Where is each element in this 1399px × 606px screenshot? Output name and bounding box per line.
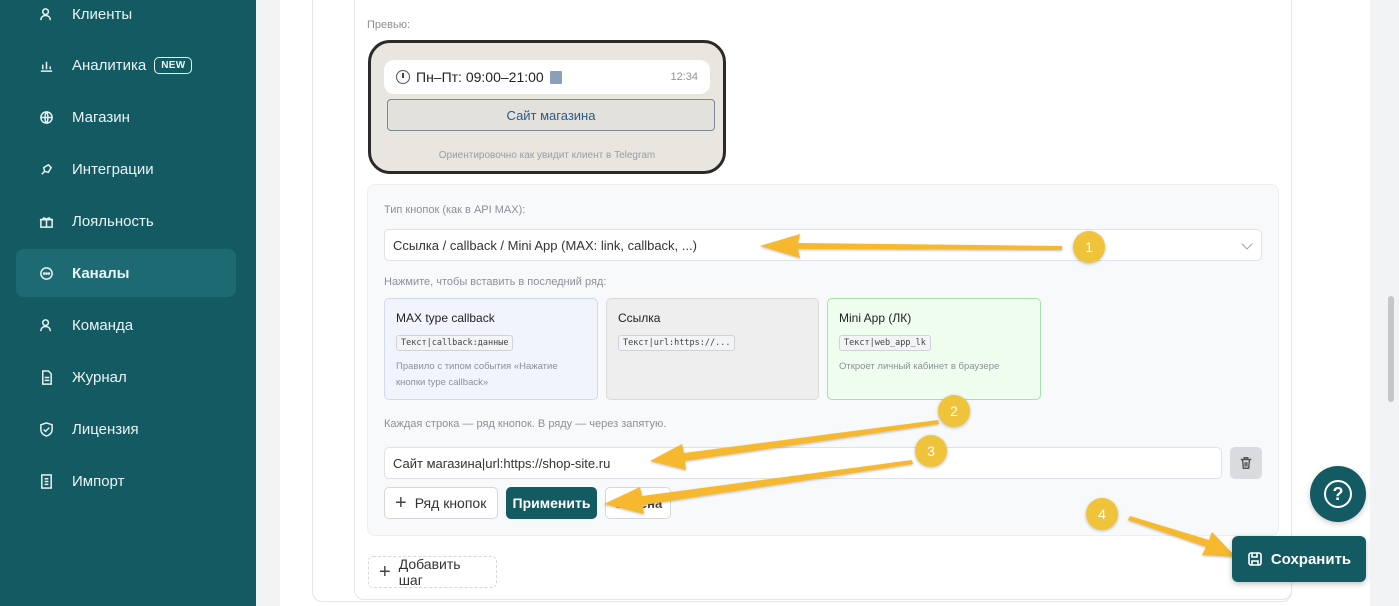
- message-time: 12:34: [670, 71, 698, 83]
- sidebar-item-label: Лицензия: [72, 420, 139, 438]
- bar-chart-icon: [38, 57, 54, 73]
- plug-icon: [38, 161, 54, 177]
- sidebar: Клиенты Аналитика NEW Магазин Интеграции…: [0, 0, 256, 606]
- sidebar-item-label: Магазин: [72, 108, 130, 126]
- insert-hint: Нажмите, чтобы вставить в последний ряд:: [384, 276, 607, 288]
- add-row-label: Ряд кнопок: [414, 495, 487, 511]
- add-step-button[interactable]: + Добавить шаг: [368, 556, 497, 588]
- sidebar-item-label: Лояльность: [72, 212, 154, 230]
- tile-title: Mini App (ЛК): [839, 311, 912, 325]
- plus-icon: +: [395, 492, 407, 514]
- tile-desc: Откроет личный кабинет в браузере: [839, 361, 1000, 372]
- preview-label: Превью:: [367, 19, 411, 31]
- tile-link[interactable]: Ссылка Текст|url:https://...: [606, 298, 819, 400]
- sidebar-item-loyalty[interactable]: Лояльность: [16, 197, 236, 245]
- sidebar-item-label: Аналитика: [72, 56, 147, 74]
- message-text: Пн–Пт: 09:00–21:00: [416, 69, 544, 85]
- sidebar-item-import[interactable]: Импорт: [16, 457, 236, 505]
- chat-icon: [38, 265, 54, 281]
- sidebar-item-analytics[interactable]: Аналитика NEW: [16, 41, 236, 89]
- add-row-button[interactable]: + Ряд кнопок: [384, 487, 498, 519]
- step-marker-3: 3: [915, 435, 947, 467]
- help-button[interactable]: ?: [1310, 466, 1366, 522]
- sidebar-item-team[interactable]: Команда: [16, 301, 236, 349]
- sidebar-item-clients[interactable]: Клиенты: [16, 0, 236, 38]
- sidebar-item-label: Каналы: [72, 264, 130, 282]
- button-type-select[interactable]: Ссылка / callback / Mini App (MAX: link,…: [384, 229, 1262, 261]
- delete-row-button[interactable]: [1230, 447, 1262, 479]
- chevron-down-icon: [1241, 238, 1253, 250]
- globe-icon: [38, 109, 54, 125]
- add-step-label: Добавить шаг: [398, 556, 461, 588]
- button-row-value: Сайт магазина|url:https://shop-site.ru: [393, 455, 611, 471]
- tile-callback[interactable]: MAX type callback Текст|callback:данные …: [384, 298, 598, 400]
- shield-icon: [38, 421, 54, 437]
- plus-icon: +: [379, 561, 391, 583]
- tile-mini-app[interactable]: Mini App (ЛК) Текст|web_app_lk Откроет л…: [827, 298, 1041, 400]
- import-icon: [38, 473, 54, 489]
- button-type-value: Ссылка / callback / Mini App (MAX: link,…: [393, 237, 697, 253]
- preview-caption: Ориентировочно как увидит клиент в Teleg…: [438, 150, 656, 161]
- scrollbar[interactable]: [1388, 296, 1394, 402]
- tile-code: Текст|web_app_lk: [839, 335, 931, 351]
- journal-icon: [38, 369, 54, 385]
- tile-code: Текст|callback:данные: [396, 335, 514, 351]
- rows-hint: Каждая строка — ряд кнопок. В ряду — чер…: [384, 418, 667, 430]
- clock-icon: [396, 70, 410, 84]
- tile-title: MAX type callback: [396, 311, 495, 325]
- step-marker-2: 2: [938, 395, 970, 427]
- sidebar-item-license[interactable]: Лицензия: [16, 405, 236, 453]
- tile-code: Текст|url:https://...: [618, 335, 736, 351]
- step-marker-1: 1: [1073, 231, 1105, 263]
- tile-title: Ссылка: [618, 311, 661, 325]
- sidebar-item-channels[interactable]: Каналы: [16, 249, 236, 297]
- sidebar-item-label: Команда: [72, 316, 134, 334]
- cancel-button[interactable]: Отмена: [605, 487, 671, 519]
- trash-icon: [1240, 457, 1252, 469]
- sidebar-item-store[interactable]: Магазин: [16, 93, 236, 141]
- sidebar-item-integrations[interactable]: Интеграции: [16, 145, 236, 193]
- apply-button[interactable]: Применить: [506, 487, 597, 519]
- sidebar-item-journal[interactable]: Журнал: [16, 353, 236, 401]
- team-icon: [38, 317, 54, 333]
- message-bubble: Пн–Пт: 09:00–21:00 12:34: [384, 60, 710, 94]
- users-icon: [38, 6, 54, 22]
- new-badge: NEW: [154, 56, 193, 74]
- save-icon: [1248, 552, 1262, 566]
- save-label: Сохранить: [1270, 550, 1352, 568]
- button-type-label: Тип кнопок (как в API MAX):: [384, 204, 526, 216]
- building-icon: [549, 70, 562, 84]
- save-button[interactable]: Сохранить: [1232, 536, 1366, 582]
- tile-desc: Правило с типом события «Нажатие кнопки …: [396, 361, 558, 388]
- step-marker-4: 4: [1086, 498, 1118, 530]
- sidebar-item-label: Импорт: [72, 472, 125, 490]
- sidebar-item-label: Журнал: [72, 368, 127, 386]
- sidebar-item-label: Клиенты: [72, 5, 133, 23]
- button-row-input[interactable]: Сайт магазина|url:https://shop-site.ru: [384, 447, 1222, 479]
- sidebar-item-label: Интеграции: [72, 160, 154, 178]
- question-icon: ?: [1324, 480, 1352, 508]
- preview-site-button[interactable]: Сайт магазина: [387, 99, 715, 131]
- gift-icon: [38, 213, 54, 229]
